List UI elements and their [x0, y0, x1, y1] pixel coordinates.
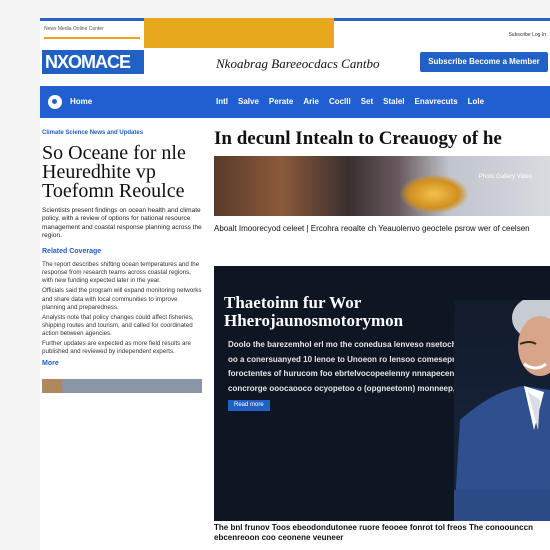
paragraph: The report describes shifting ocean temp… [42, 261, 200, 285]
more-label[interactable]: More [42, 360, 202, 367]
left-headline[interactable]: So Oceane for nle Heuredhite vp Toefomn … [42, 143, 202, 201]
nav-brand[interactable]: Home [70, 97, 92, 106]
paragraph: Officials said the program will expand m… [42, 287, 202, 311]
nav-items: Intl Salve Perate Arie Coclll Set Stalel… [216, 97, 484, 106]
main-navbar: Home Intl Salve Perate Arie Coclll Set S… [40, 86, 550, 118]
paragraph: Analysts note that policy changes could … [42, 313, 194, 337]
home-icon[interactable] [48, 95, 62, 109]
nav-item[interactable]: Arie [303, 97, 319, 106]
nav-item[interactable]: Perate [269, 97, 293, 106]
feature-caption[interactable]: Aboalt Imoorecyod celeet | Ercohra reoal… [214, 224, 550, 234]
nav-item[interactable]: Salve [238, 97, 259, 106]
subscribe-button[interactable]: Subscribe Become a Member [420, 52, 548, 72]
nav-item[interactable]: Set [361, 97, 373, 106]
site-subtitle: Nkoabrag Bareeocdacs Cantbo [216, 56, 380, 71]
image-highlight [399, 174, 469, 214]
accent-divider [44, 37, 140, 39]
left-deck: Scientists present findings on ocean hea… [42, 207, 202, 239]
nav-item[interactable]: Lole [468, 97, 484, 106]
image-overlay-links[interactable]: Photo Gallery Video [479, 174, 532, 180]
thumbnail-strip[interactable] [42, 379, 202, 394]
hero-panel: Thaetoinn fur Wor Hherojaunosmotorymon D… [214, 266, 550, 521]
tiny-nav[interactable]: News Media Online Center [44, 26, 140, 32]
paragraph: Further updates are expected as more fie… [42, 340, 191, 356]
bottom-teaser[interactable]: The bnl frunov Toos ebeodondutonee ruore… [214, 523, 550, 543]
utility-link[interactable]: Subscribe Log In [508, 32, 546, 38]
hero-title-line: Thaetoinn fur Wor [224, 293, 362, 312]
read-more-button[interactable]: Read more [228, 400, 270, 411]
left-column: Climate Science News and Updates So Ocea… [42, 130, 202, 394]
hero-title-line: Hherojaunosmotorymon [224, 311, 404, 330]
section-kicker[interactable]: Climate Science News and Updates [42, 130, 202, 136]
hero-title[interactable]: Thaetoinn fur Wor Hherojaunosmotorymon [224, 294, 403, 330]
left-body: The report describes shifting ocean temp… [42, 261, 202, 356]
nav-item[interactable]: Stalel [383, 97, 404, 106]
feature-headline[interactable]: In decunl Intealn to Creauogy of he [214, 128, 550, 150]
feature-image[interactable]: Photo Gallery Video [214, 156, 550, 216]
nav-item[interactable]: Enavrecuts [415, 97, 458, 106]
feature-section: In decunl Intealn to Creauogy of he Phot… [214, 128, 550, 234]
nav-item[interactable]: Intl [216, 97, 228, 106]
site-logo[interactable]: NXOMACE [42, 50, 144, 74]
page: News Media Online Center Subscribe Log I… [40, 18, 550, 550]
nav-item[interactable]: Coclll [329, 97, 351, 106]
portrait-image [454, 300, 550, 521]
ad-banner[interactable] [144, 18, 334, 48]
related-label[interactable]: Related Coverage [42, 248, 202, 255]
